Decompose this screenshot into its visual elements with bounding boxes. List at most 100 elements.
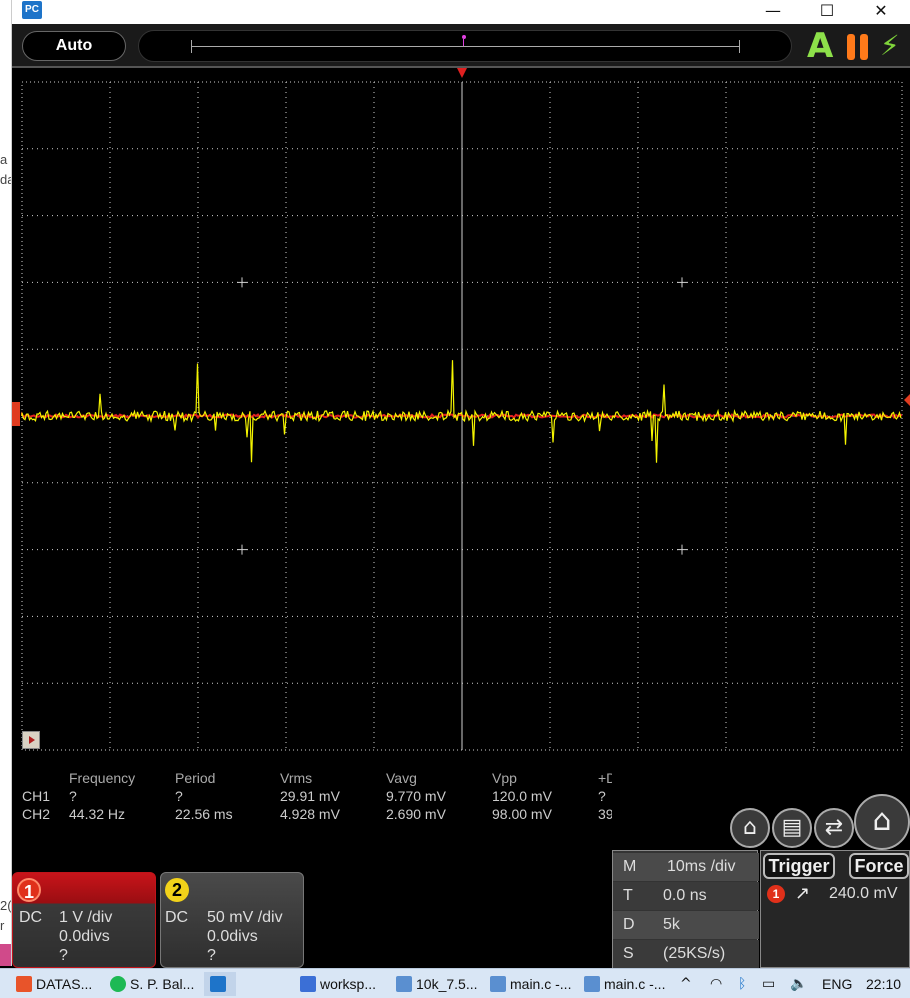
windows-taskbar: DATAS... S. P. Bal... worksp... 10k_7.5.… (0, 968, 910, 998)
timebase-key: D (623, 916, 635, 933)
bg-text-fragment: r (0, 918, 5, 933)
meas-value: 120.0 mV (492, 788, 552, 804)
channel-coupling: DC (19, 909, 43, 926)
meas-value: 39 (598, 806, 612, 822)
taskbar-item-label: worksp... (320, 976, 377, 992)
channel-1-panel[interactable]: 1 DC 1 V /div 0.0divs ? (12, 872, 156, 968)
meas-value: ? (598, 788, 606, 804)
meas-header: Frequency (69, 770, 136, 786)
taskbar-item[interactable]: main.c -... (490, 972, 571, 996)
picoscope-icon (210, 976, 226, 992)
taskbar-item[interactable]: S. P. Bal... (110, 972, 194, 996)
meas-header: Vrms (280, 770, 313, 786)
tray-chevron-icon[interactable]: ^ (680, 972, 692, 996)
zoom-home-icon[interactable]: ⌂ (730, 808, 770, 848)
channel-probe: ? (207, 947, 216, 964)
timeline-position-marker[interactable] (462, 35, 466, 39)
meas-value: 4.928 mV (280, 806, 340, 822)
trigger-level-marker[interactable] (904, 394, 910, 406)
scope-toolbar: Auto A ⚡ (12, 24, 910, 68)
meas-header: Vavg (386, 770, 417, 786)
timebase-value: 0.0 ns (663, 887, 707, 904)
battery-icon[interactable]: ▭ (762, 972, 775, 996)
measurements-table: Frequency Period Vrms Vavg Vpp +D CH1 ? … (12, 768, 712, 828)
force-trigger-button[interactable]: Force (849, 853, 909, 879)
ide-icon (300, 976, 316, 992)
wifi-icon[interactable]: ◠ (710, 972, 722, 996)
trigger-panel: Trigger Force 1 ↗ 240.0 mV (760, 850, 910, 968)
timeline-marker-stem (463, 39, 464, 46)
meas-channel: CH1 (22, 788, 51, 804)
meas-header: Vpp (492, 770, 517, 786)
pause-icon[interactable] (847, 34, 869, 60)
taskbar-item[interactable]: DATAS... (16, 972, 92, 996)
home-icon[interactable]: ⌂ (854, 794, 910, 850)
timeline-start-cap (191, 40, 192, 53)
title-bar: PC — ☐ ✕ (12, 0, 910, 24)
spotify-icon (110, 976, 126, 992)
taskbar-item-active[interactable] (204, 972, 236, 996)
volume-icon[interactable]: 🔈 (790, 972, 807, 996)
taskbar-item-label: S. P. Bal... (130, 976, 195, 992)
notepad-icon (490, 976, 506, 992)
maximize-button[interactable]: ☐ (804, 0, 850, 24)
timeline-track (191, 46, 739, 47)
close-button[interactable]: ✕ (858, 0, 904, 24)
bg-text-fragment: da (0, 172, 11, 187)
meas-value: 9.770 mV (386, 788, 446, 804)
minimize-button[interactable]: — (750, 0, 796, 24)
screen: a da 2( r PC — ☐ ✕ Auto A ⚡ (0, 0, 910, 998)
timebase-panel[interactable]: M 10ms /div T 0.0 ns D 5k S (25KS/s) (612, 850, 759, 968)
timebase-key: T (623, 887, 633, 904)
auto-trigger-button[interactable]: Auto (22, 31, 126, 61)
channel-badge: 2 (165, 878, 189, 902)
channel-scale: 50 mV /div (207, 909, 283, 926)
timebase-key: M (623, 858, 637, 875)
auto-setup-button[interactable]: A (807, 26, 833, 66)
timebase-value: 5k (663, 916, 680, 933)
timebase-row[interactable]: D 5k (613, 911, 759, 939)
taskbar-item[interactable]: main.c -... (584, 972, 665, 996)
channel-2-panel[interactable]: 2 DC 50 mV /div 0.0divs ? (160, 872, 304, 968)
meas-value: ? (69, 788, 77, 804)
bg-text-fragment: a (0, 152, 8, 167)
background-window[interactable]: a da 2( r (0, 0, 12, 966)
trigger-settings[interactable]: 1 ↗ 240.0 mV (765, 883, 909, 907)
notepad-icon (584, 976, 600, 992)
taskbar-item[interactable]: worksp... (300, 972, 376, 996)
timebase-row[interactable]: M 10ms /div (613, 853, 759, 881)
channel-scale: 1 V /div (59, 909, 113, 926)
bg-pink-icon (0, 944, 11, 966)
play-icon[interactable] (22, 731, 40, 749)
timebase-row[interactable]: S (25KS/s) (613, 940, 759, 968)
timebase-row[interactable]: T 0.0 ns (613, 882, 759, 910)
meas-value: 29.91 mV (280, 788, 340, 804)
oscilloscope-display[interactable] (12, 68, 910, 768)
timeline-end-cap (739, 40, 740, 53)
channel-offset: 0.0divs (59, 928, 110, 945)
meas-value: 98.00 mV (492, 806, 552, 822)
meas-header: +D (598, 770, 612, 786)
timebase-value: (25KS/s) (663, 945, 726, 962)
picoscope-app-icon: PC (22, 1, 42, 19)
language-indicator[interactable]: ENG (822, 972, 852, 996)
trigger-button[interactable]: Trigger (763, 853, 835, 879)
bg-text-fragment: 2( (0, 898, 12, 913)
scope-graticule (21, 81, 903, 751)
save-icon[interactable]: ▤ (772, 808, 812, 848)
taskbar-item[interactable]: 10k_7.5... (396, 972, 478, 996)
taskbar-item-label: DATAS... (36, 976, 93, 992)
lightning-icon[interactable]: ⚡ (880, 30, 900, 62)
trigger-position-marker[interactable] (457, 68, 467, 78)
trigger-level: 240.0 mV (829, 885, 898, 902)
clock[interactable]: 22:10 (866, 972, 901, 996)
capture-timeline[interactable] (138, 30, 792, 62)
swap-icon[interactable]: ⇄ (814, 808, 854, 848)
taskbar-item-label: 10k_7.5... (416, 976, 478, 992)
timebase-key: S (623, 945, 634, 962)
taskbar-item-label: main.c -... (510, 976, 572, 992)
channel-offset-marker[interactable] (12, 402, 20, 426)
meas-value: 2.690 mV (386, 806, 446, 822)
bluetooth-icon[interactable]: ᛒ (738, 972, 746, 996)
channel-coupling: DC (165, 909, 189, 926)
